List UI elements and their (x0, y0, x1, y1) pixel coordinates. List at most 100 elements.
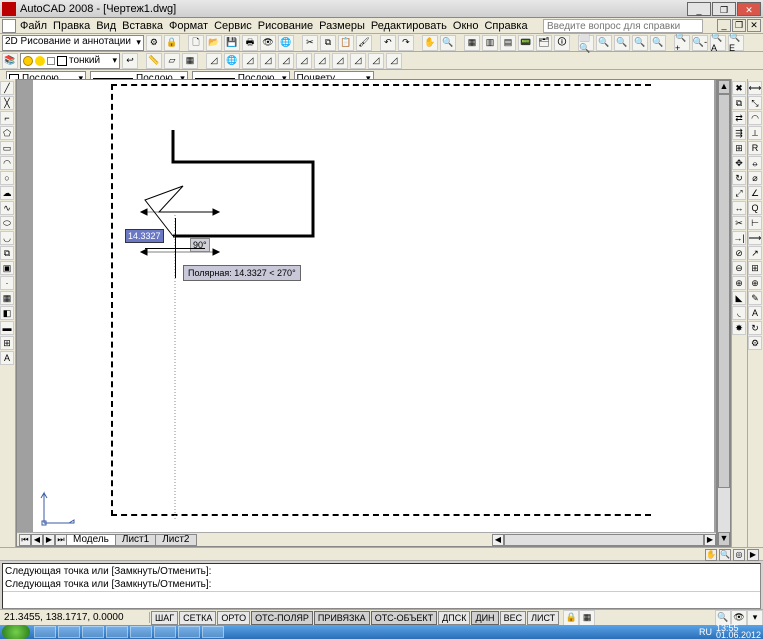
taskbar-app-7[interactable] (178, 626, 200, 638)
table-icon[interactable]: ⊞ (0, 336, 14, 350)
construction-line-icon[interactable]: ╳ (0, 96, 14, 110)
vscroll-thumb[interactable] (718, 94, 730, 488)
dim-continue-icon[interactable]: ⟶ (748, 231, 762, 245)
workspace-settings-icon[interactable]: ⚙ (146, 35, 162, 51)
insert-block-icon[interactable]: ⧉ (0, 246, 14, 260)
menu-view[interactable]: Вид (96, 20, 116, 32)
mdi-restore[interactable]: ❐ (732, 19, 746, 32)
copy-icon[interactable]: ⧉ (320, 35, 336, 51)
dim-edit-icon[interactable]: ✎ (748, 291, 762, 305)
save-icon[interactable]: 💾 (224, 35, 240, 51)
match-prop-icon[interactable]: 🖌 (356, 35, 372, 51)
help-search-input[interactable] (543, 19, 703, 33)
rotate-icon[interactable]: ↻ (732, 171, 746, 185)
line-icon[interactable]: ╱ (0, 81, 14, 95)
stretch-icon[interactable]: ↔ (732, 201, 746, 215)
print-icon[interactable]: 🖶 (242, 35, 258, 51)
pan-icon[interactable]: ✋ (422, 35, 438, 51)
offset-icon[interactable]: ⇶ (732, 126, 746, 140)
trim-icon[interactable]: ✂ (732, 216, 746, 230)
menu-window[interactable]: Окно (453, 20, 479, 32)
zoom-all-icon[interactable]: 🔍A (710, 35, 726, 51)
arc-icon[interactable]: ◠ (0, 156, 14, 170)
zoom-out-icon[interactable]: 🔍- (692, 35, 708, 51)
mode-polar[interactable]: ОТС-ПОЛЯР (251, 611, 313, 625)
design-center-icon[interactable]: 🗂 (536, 35, 552, 51)
menu-tools[interactable]: Сервис (214, 20, 252, 32)
menu-edit[interactable]: Правка (53, 20, 90, 32)
tool-palettes-icon[interactable]: ▥ (482, 35, 498, 51)
nav-zoom-icon[interactable]: 🔍 (719, 549, 731, 561)
tab-layout-2[interactable]: Лист2 (155, 534, 196, 546)
mirror-icon[interactable]: ⇄ (732, 111, 746, 125)
plot-preview-icon[interactable]: 👁 (260, 35, 276, 51)
move-icon[interactable]: ✥ (732, 156, 746, 170)
menu-insert[interactable]: Вставка (122, 20, 163, 32)
quick-calc-icon[interactable]: 📟 (518, 35, 534, 51)
menu-format[interactable]: Формат (169, 20, 208, 32)
ucs-z-icon[interactable]: ◿ (314, 53, 330, 69)
tab-model[interactable]: Модель (66, 534, 116, 546)
zoom-extents-icon[interactable]: 🔍E (728, 35, 744, 51)
polygon-icon[interactable]: ⬠ (0, 126, 14, 140)
properties-icon[interactable]: 🛈 (554, 35, 570, 51)
taskbar-app-1[interactable] (34, 626, 56, 638)
extend-icon[interactable]: →| (732, 231, 746, 245)
mode-grid[interactable]: СЕТКА (179, 611, 216, 625)
taskbar-app-6[interactable] (154, 626, 176, 638)
nav-steering-icon[interactable]: ◎ (733, 549, 745, 561)
mode-otrack[interactable]: ОТС-ОБЪЕКТ (371, 611, 437, 625)
array-icon[interactable]: ⊞ (732, 141, 746, 155)
zoom-scale-icon[interactable]: 🔍 (614, 35, 630, 51)
polyline-icon[interactable]: ⌐ (0, 111, 14, 125)
status-tray-settings-icon[interactable]: ▾ (747, 610, 763, 626)
mdi-close[interactable]: ✕ (747, 19, 761, 32)
vscroll-track[interactable] (718, 94, 730, 532)
tab-prev-icon[interactable]: ◀ (31, 534, 43, 546)
join-icon[interactable]: ⊕ (732, 276, 746, 290)
area-icon[interactable]: ▱ (164, 53, 180, 69)
zoom-in-icon[interactable]: 🔍+ (674, 35, 690, 51)
menu-help[interactable]: Справка (484, 20, 527, 32)
tray-date[interactable]: 01.06.2012 (716, 632, 761, 639)
taskbar-app-3[interactable] (82, 626, 104, 638)
chamfer-icon[interactable]: ◣ (732, 291, 746, 305)
dim-aligned-icon[interactable]: ⤡ (748, 96, 762, 110)
window-close[interactable]: ✕ (737, 2, 761, 16)
command-window[interactable]: Следующая точка или [Замкнуть/Отменить]:… (2, 563, 761, 609)
dim-tolerance-icon[interactable]: ⊞ (748, 261, 762, 275)
dim-center-icon[interactable]: ⊕ (748, 276, 762, 290)
taskbar-app-2[interactable] (58, 626, 80, 638)
erase-icon[interactable]: ✖ (732, 81, 746, 95)
ucs-3point-icon[interactable]: ◿ (332, 53, 348, 69)
dim-linear-icon[interactable]: ⟷ (748, 81, 762, 95)
open-icon[interactable]: 📂 (206, 35, 222, 51)
window-minimize[interactable]: _ (687, 2, 711, 16)
dim-ordinate-icon[interactable]: ⟂ (748, 126, 762, 140)
hatch-icon[interactable]: ▦ (0, 291, 14, 305)
ucs-origin-icon[interactable]: ◿ (296, 53, 312, 69)
mdi-icon[interactable] (2, 19, 16, 33)
vscroll-up-icon[interactable]: ▲ (718, 80, 730, 94)
menu-modify[interactable]: Редактировать (371, 20, 447, 32)
ucs-y-icon[interactable]: ◿ (368, 53, 384, 69)
start-button[interactable] (2, 625, 30, 639)
mode-ducs[interactable]: ДПСК (438, 611, 470, 625)
make-block-icon[interactable]: ▣ (0, 261, 14, 275)
dim-radius-icon[interactable]: R (748, 141, 762, 155)
distance-icon[interactable]: 📏 (146, 53, 162, 69)
zoom-dynamic-icon[interactable]: 🔍 (596, 35, 612, 51)
mode-lwt[interactable]: ВЕС (500, 611, 527, 625)
layer-selector[interactable]: тонкий (20, 53, 120, 69)
vscroll-down-icon[interactable]: ▼ (718, 532, 730, 546)
gradient-icon[interactable]: ◧ (0, 306, 14, 320)
dim-style-icon[interactable]: ⚙ (748, 336, 762, 350)
coordinates-display[interactable]: 21.3455, 138.1717, 0.0000 (0, 612, 150, 623)
break-icon[interactable]: ⊖ (732, 261, 746, 275)
menu-file[interactable]: Файл (20, 20, 47, 32)
dynamic-length-input[interactable]: 14.3327 (125, 229, 164, 243)
hscroll-right-icon[interactable]: ▶ (704, 534, 716, 546)
hscroll-left-icon[interactable]: ◀ (492, 534, 504, 546)
status-lock-icon[interactable]: 🔒 (563, 610, 579, 626)
command-input[interactable] (3, 592, 760, 607)
